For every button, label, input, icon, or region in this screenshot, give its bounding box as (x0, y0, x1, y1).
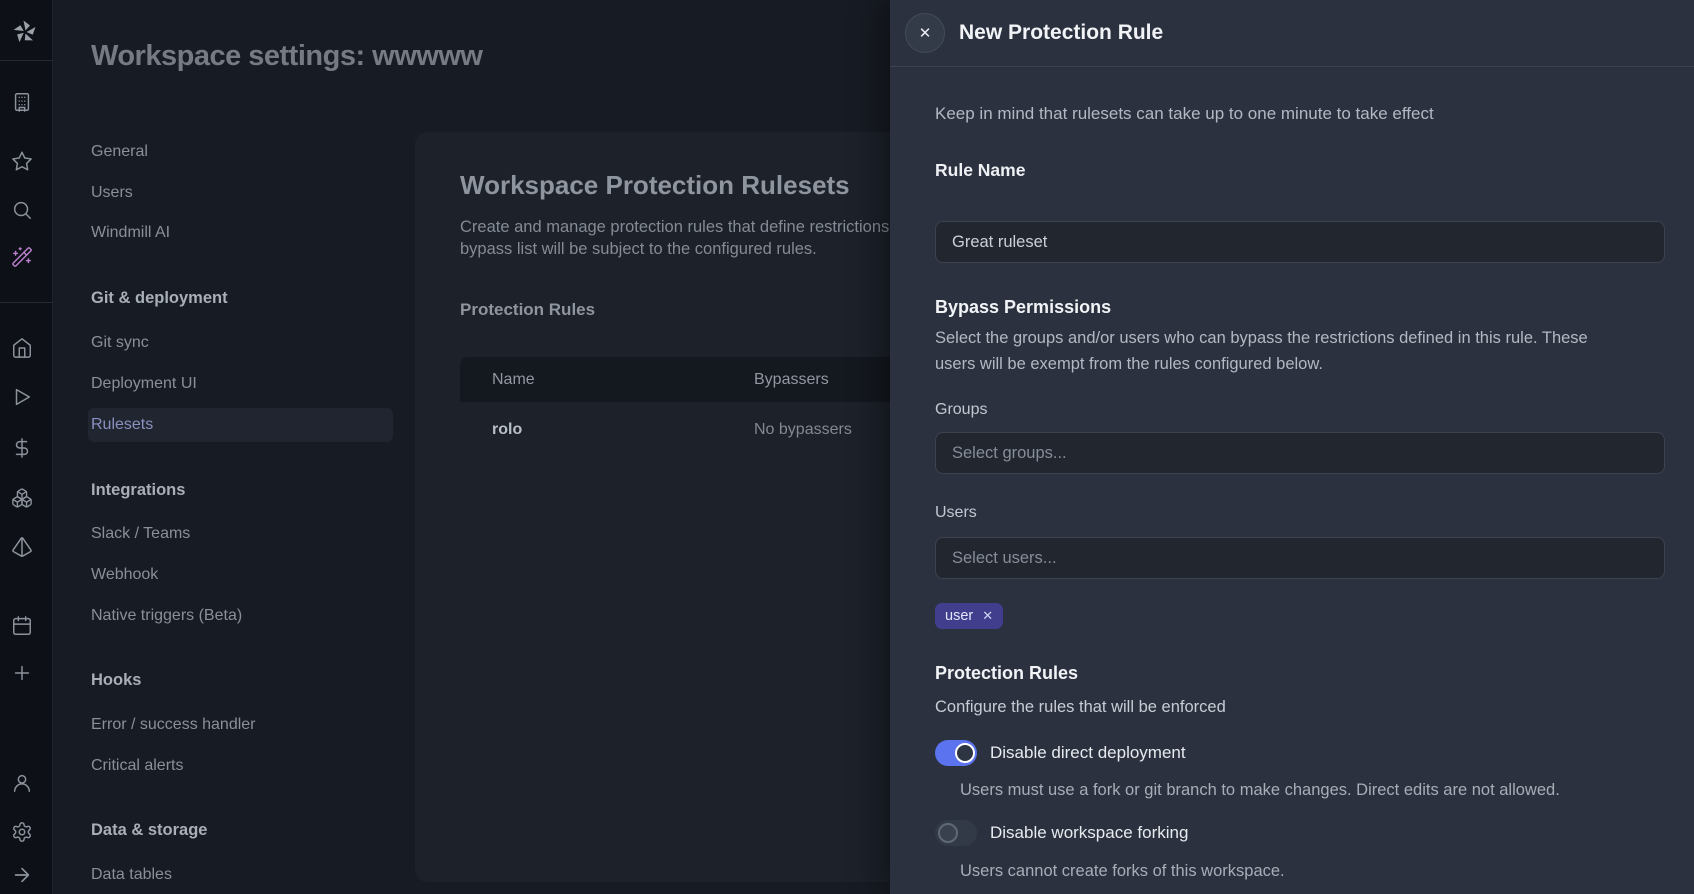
drawer-header: ✕ New Protection Rule (890, 0, 1694, 67)
bypass-description-line1: Select the groups and/or users who can b… (935, 329, 1588, 347)
disable-workspace-forking-toggle[interactable] (935, 820, 977, 846)
rulesets-description-line2: bypass list will be subject to the confi… (460, 240, 817, 258)
sidebar-item-data-tables[interactable]: Data tables (91, 864, 172, 886)
rule-name-input[interactable] (935, 221, 1665, 263)
sidebar-item-error-success-handler[interactable]: Error / success handler (91, 714, 256, 736)
users-select-input[interactable] (935, 537, 1665, 579)
protection-rules-subheading: Configure the rules that will be enforce… (935, 698, 1226, 716)
disable-direct-deployment-toggle[interactable] (935, 740, 977, 766)
schedules-calendar-icon[interactable] (11, 615, 33, 637)
protection-rules-heading: Protection Rules (935, 663, 1079, 683)
building-icon[interactable] (11, 91, 33, 113)
nav-section-git-deployment: Git & deployment (91, 289, 228, 307)
sidebar-item-slack-teams[interactable]: Slack / Teams (91, 523, 190, 545)
disable-direct-deployment-label: Disable direct deployment (990, 743, 1186, 762)
variables-dollar-icon[interactable] (11, 437, 33, 459)
home-icon[interactable] (11, 337, 33, 359)
column-header-name: Name (460, 357, 722, 402)
disable-direct-deployment-description: Users must use a fork or git branch to m… (960, 781, 1560, 799)
arrow-right-icon[interactable] (11, 864, 33, 886)
nav-section-hooks: Hooks (91, 671, 142, 689)
drawer-title: New Protection Rule (959, 21, 1164, 44)
sidebar-item-windmill-ai[interactable]: Windmill AI (91, 222, 170, 244)
ruleset-delay-note: Keep in mind that rulesets can take up t… (935, 104, 1434, 123)
icon-rail (0, 0, 53, 894)
page-title: Workspace settings: wwwww (91, 40, 483, 72)
sidebar-item-rulesets[interactable]: Rulesets (88, 408, 393, 442)
star-icon[interactable] (11, 150, 33, 172)
nav-section-integrations: Integrations (91, 481, 186, 499)
ai-wand-icon[interactable] (11, 246, 33, 268)
runs-play-icon[interactable] (11, 386, 33, 408)
rail-divider (0, 302, 53, 303)
rule-name-cell: rolo (492, 420, 523, 438)
users-label: Users (935, 504, 977, 521)
bypass-permissions-heading: Bypass Permissions (935, 297, 1112, 317)
sidebar-item-deployment-ui[interactable]: Deployment UI (91, 373, 197, 395)
toggle-knob (955, 743, 975, 763)
settings-gear-icon[interactable] (11, 821, 33, 843)
groups-label: Groups (935, 401, 988, 418)
nav-section-data-storage: Data & storage (91, 821, 208, 839)
sidebar-item-critical-alerts[interactable]: Critical alerts (91, 755, 183, 777)
new-protection-rule-drawer: ✕ New Protection Rule Keep in mind that … (890, 0, 1694, 894)
groups-select-input[interactable] (935, 432, 1665, 474)
resources-boxes-icon[interactable] (11, 487, 33, 509)
rulesets-heading: Workspace Protection Rulesets (460, 170, 850, 200)
windmill-logo-icon[interactable] (10, 17, 40, 47)
pyramid-icon[interactable] (11, 536, 33, 558)
remove-user-icon[interactable]: ✕ (982, 608, 993, 624)
search-icon[interactable] (11, 199, 33, 221)
user-icon[interactable] (11, 772, 33, 794)
disable-workspace-forking-label: Disable workspace forking (990, 823, 1189, 842)
disable-workspace-forking-description: Users cannot create forks of this worksp… (960, 862, 1285, 880)
protection-rules-label: Protection Rules (460, 300, 596, 319)
sidebar-item-native-triggers[interactable]: Native triggers (Beta) (91, 605, 242, 627)
sidebar-item-general[interactable]: General (91, 141, 148, 163)
bypass-description-line2: users will be exempt from the rules conf… (935, 355, 1323, 373)
rail-divider (0, 60, 53, 61)
selected-user-tag-label: user (945, 608, 974, 624)
toggle-knob (938, 823, 958, 843)
close-icon[interactable]: ✕ (905, 13, 945, 53)
plus-icon[interactable] (11, 662, 33, 684)
sidebar-item-users[interactable]: Users (91, 182, 133, 204)
selected-user-tag: user ✕ (935, 603, 1004, 629)
sidebar-item-webhook[interactable]: Webhook (91, 564, 158, 586)
sidebar-item-git-sync[interactable]: Git sync (91, 332, 149, 354)
rule-name-label: Rule Name (935, 160, 1026, 180)
